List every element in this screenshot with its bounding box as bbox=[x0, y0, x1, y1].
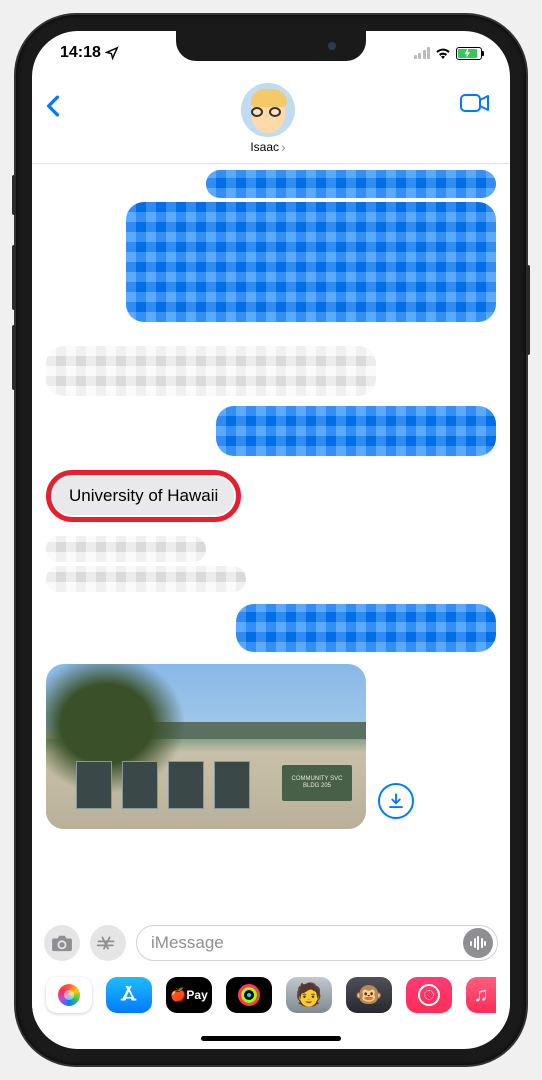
message-bubble[interactable]: University of Hawaii bbox=[53, 477, 234, 515]
camera-dot bbox=[328, 42, 336, 50]
app-digital-touch[interactable] bbox=[406, 977, 452, 1013]
apps-button[interactable] bbox=[90, 925, 126, 961]
silent-switch bbox=[12, 175, 16, 215]
app-apple-pay[interactable]: 🍎Pay bbox=[166, 977, 212, 1013]
phone-frame: 14:18 bbox=[16, 15, 526, 1065]
wifi-icon bbox=[435, 47, 451, 59]
message-highlighted[interactable]: University of Hawaii bbox=[46, 470, 496, 522]
message-sent-blurred[interactable] bbox=[46, 406, 496, 456]
message-image-row: COMMUNITY SVC BLDG 205 bbox=[46, 664, 496, 829]
app-store[interactable] bbox=[106, 977, 152, 1013]
message-sent-blurred[interactable] bbox=[46, 170, 496, 198]
annotation-highlight: University of Hawaii bbox=[46, 470, 241, 522]
app-photos[interactable] bbox=[46, 977, 92, 1013]
status-left: 14:18 bbox=[60, 44, 119, 62]
message-sent-blurred[interactable] bbox=[46, 202, 496, 322]
message-input[interactable]: iMessage bbox=[136, 925, 498, 961]
side-button bbox=[526, 265, 530, 355]
signal-icon bbox=[414, 47, 431, 59]
status-right bbox=[414, 47, 483, 60]
volume-up-button bbox=[12, 245, 16, 310]
app-animoji[interactable]: 🐵 bbox=[346, 977, 392, 1013]
status-time: 14:18 bbox=[60, 44, 101, 62]
voice-message-button[interactable] bbox=[463, 928, 493, 958]
message-image[interactable]: COMMUNITY SVC BLDG 205 bbox=[46, 664, 366, 829]
message-received-blurred[interactable] bbox=[46, 536, 496, 562]
message-received-blurred[interactable] bbox=[46, 566, 496, 592]
contact-info[interactable]: Isaac bbox=[241, 83, 295, 155]
camera-button[interactable] bbox=[44, 925, 80, 961]
app-memoji[interactable]: 🧑 bbox=[286, 977, 332, 1013]
app-music[interactable]: ♫ bbox=[466, 977, 496, 1013]
app-fitness[interactable] bbox=[226, 977, 272, 1013]
back-button[interactable] bbox=[46, 83, 86, 124]
facetime-button[interactable] bbox=[450, 83, 490, 118]
app-drawer[interactable]: 🍎Pay 🧑 🐵 ♫ bbox=[32, 969, 510, 1021]
contact-name: Isaac bbox=[250, 139, 285, 155]
avatar bbox=[241, 83, 295, 137]
input-placeholder: iMessage bbox=[151, 933, 224, 953]
volume-down-button bbox=[12, 325, 16, 390]
location-icon bbox=[105, 46, 119, 60]
screen: 14:18 bbox=[32, 31, 510, 1049]
image-sign-text: COMMUNITY SVC BLDG 205 bbox=[282, 765, 352, 801]
message-received-blurred[interactable] bbox=[46, 346, 496, 396]
notch bbox=[176, 31, 366, 61]
battery-icon bbox=[456, 47, 482, 60]
download-button[interactable] bbox=[378, 783, 414, 819]
messages-list[interactable]: University of Hawaii bbox=[32, 164, 510, 942]
home-indicator[interactable] bbox=[201, 1036, 341, 1041]
input-bar: iMessage bbox=[32, 919, 510, 967]
message-sent-blurred[interactable] bbox=[46, 604, 496, 652]
